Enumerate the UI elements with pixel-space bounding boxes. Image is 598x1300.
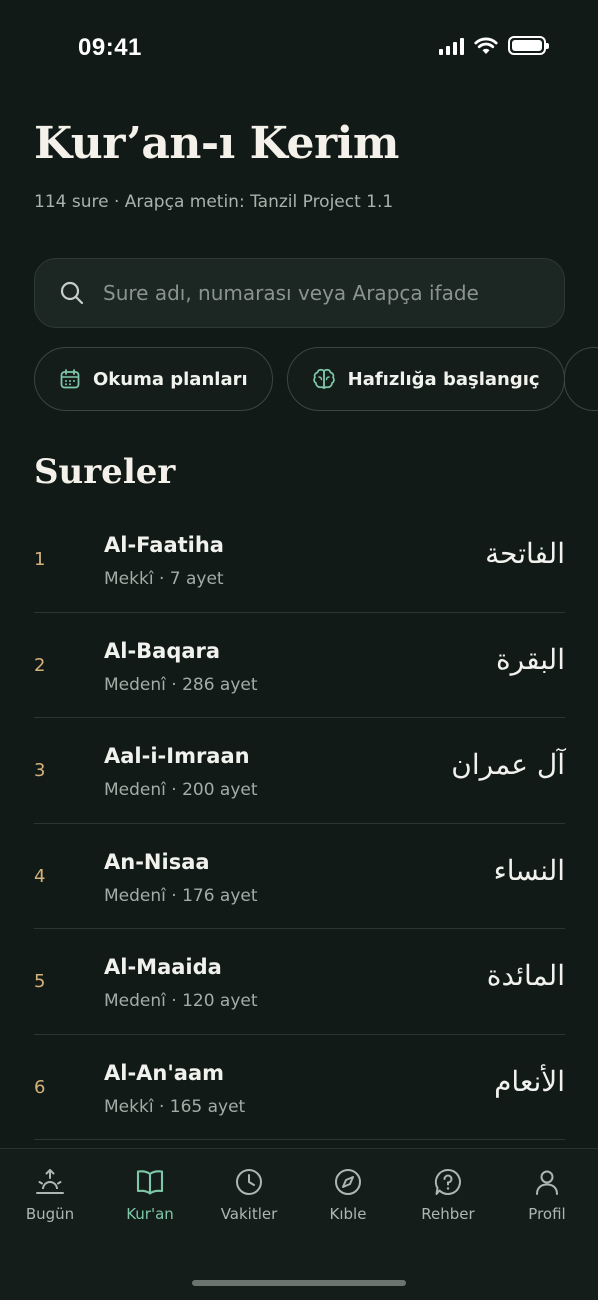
search-bar[interactable]	[34, 258, 565, 328]
search-input[interactable]	[103, 281, 543, 305]
signal-icon	[439, 37, 464, 55]
surah-number: 2	[34, 654, 46, 676]
tab-guide[interactable]: Rehber	[398, 1167, 498, 1223]
calendar-icon	[60, 369, 80, 389]
clock-icon	[236, 1169, 262, 1195]
status-icons	[439, 36, 549, 55]
surah-meta: Medenî · 286 ayet	[104, 674, 258, 695]
surah-meta: Mekkî · 7 ayet	[104, 569, 224, 589]
surah-arabic-name: الفاتحة	[485, 537, 565, 570]
surah-number: 4	[34, 865, 46, 887]
battery-icon	[508, 36, 549, 55]
tab-label: Kur'an	[126, 1205, 174, 1223]
surah-row[interactable]: 4 An-Nisaa Medenî · 176 ayet النساء	[34, 824, 565, 929]
tab-label: Vakitler	[220, 1205, 278, 1223]
user-icon	[536, 1170, 558, 1195]
surah-arabic-name: المائدة	[486, 959, 565, 992]
surah-meta: Medenî · 200 ayet	[104, 780, 258, 800]
tab-quran[interactable]: Kur'an	[100, 1167, 200, 1223]
tab-bar: Bugün Kur'an Vakitler Kıble Rehber Profi…	[0, 1148, 598, 1300]
tab-label: Bugün	[25, 1205, 75, 1223]
brain-icon	[312, 368, 335, 389]
tab-today[interactable]: Bugün	[0, 1167, 100, 1223]
surah-name: Aal-i-Imraan	[104, 744, 250, 768]
home-indicator	[192, 1280, 406, 1286]
surah-name: Al-Baqara	[104, 638, 221, 663]
tab-label: Profil	[528, 1205, 566, 1223]
surah-row[interactable]: 6 Al-An'aam Mekkî · 165 ayet الأنعام	[34, 1035, 565, 1140]
tab-label: Rehber	[421, 1205, 475, 1223]
section-title: Sureler	[34, 452, 176, 492]
surah-number: 1	[34, 549, 46, 570]
surah-name: Al-Faatiha	[104, 533, 224, 557]
surah-number: 3	[34, 760, 46, 781]
surah-meta: Mekkî · 165 ayet	[104, 1096, 246, 1117]
surah-row[interactable]: 3 Aal-i-Imraan Medenî · 200 ayet آل عمرا…	[34, 718, 565, 824]
surah-row[interactable]: 5 Al-Maaida Medenî · 120 ayet المائدة	[34, 929, 565, 1035]
wifi-icon	[474, 37, 498, 54]
book-icon	[136, 1170, 164, 1195]
chip-label: Hafızlığa başlangıç	[347, 368, 540, 390]
help-icon	[434, 1168, 461, 1195]
sunrise-icon	[36, 1169, 64, 1194]
tab-label: Kıble	[329, 1205, 367, 1223]
surah-name: Al-An'aam	[104, 1060, 225, 1085]
surah-meta: Medenî · 176 ayet	[104, 885, 258, 906]
surah-name: An-Nisaa	[104, 849, 210, 874]
tab-prayer-times[interactable]: Vakitler	[199, 1167, 299, 1223]
status-time: 09:41	[78, 34, 142, 61]
surah-row[interactable]: 1 Al-Faatiha Mekkî · 7 ayet الفاتحة	[34, 507, 565, 613]
surah-meta: Medenî · 120 ayet	[104, 991, 258, 1011]
surah-list: 1 Al-Faatiha Mekkî · 7 ayet الفاتحة 2 Al…	[34, 507, 565, 1140]
surah-arabic-name: البقرة	[495, 642, 565, 676]
chip-row: Okuma planları Hafızlığa başlangıç	[34, 347, 565, 411]
surah-arabic-name: الأنعام	[494, 1064, 565, 1098]
chip-overflow[interactable]	[564, 347, 598, 411]
tab-profile[interactable]: Profil	[497, 1167, 597, 1223]
page-title: Kur’an-ı Kerim	[34, 118, 399, 169]
compass-icon	[335, 1169, 361, 1195]
surah-row[interactable]: 2 Al-Baqara Medenî · 286 ayet البقرة	[34, 613, 565, 718]
chip-label: Okuma planları	[93, 368, 248, 390]
chip-reading-plans[interactable]: Okuma planları	[34, 347, 273, 411]
tab-qibla[interactable]: Kıble	[298, 1167, 398, 1223]
surah-arabic-name: آل عمران	[451, 748, 565, 781]
search-icon	[60, 281, 84, 305]
chip-memorization[interactable]: Hafızlığa başlangıç	[286, 347, 565, 411]
surah-name: Al-Maaida	[104, 955, 222, 979]
surah-arabic-name: النساء	[493, 853, 565, 887]
status-bar: 09:41	[0, 0, 598, 96]
surah-number: 6	[34, 1076, 46, 1098]
page-subtitle: 114 sure · Arapça metin: Tanzil Project …	[34, 192, 394, 212]
surah-number: 5	[34, 971, 46, 992]
